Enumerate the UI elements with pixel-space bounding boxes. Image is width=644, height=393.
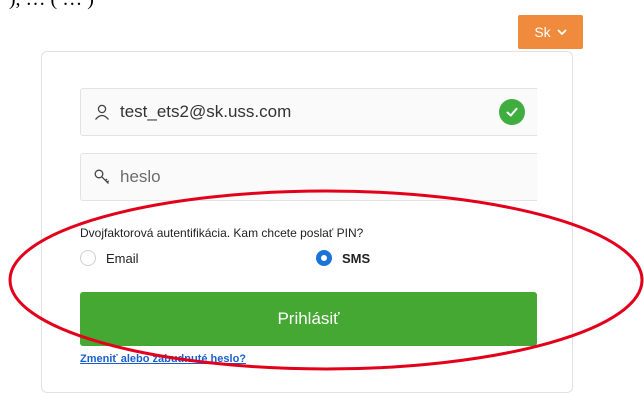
email-value: test_ets2@sk.uss.com <box>120 102 292 121</box>
radio-email-label: Email <box>106 250 139 266</box>
user-icon <box>94 104 110 120</box>
radio-email-unselected[interactable] <box>80 250 96 266</box>
password-field[interactable]: heslo <box>80 153 537 201</box>
radio-sms-label: SMS <box>342 250 371 266</box>
cropped-text-fragment: ”), … ( … ) <box>0 0 270 14</box>
language-label: Sk <box>534 24 551 40</box>
two-factor-question: Dvojfaktorová autentifikácia. Kam chcete… <box>80 226 364 240</box>
radio-option-sms[interactable]: SMS <box>316 250 370 266</box>
password-placeholder: heslo <box>120 167 161 186</box>
email-field[interactable]: test_ets2@sk.uss.com <box>80 88 537 136</box>
key-icon <box>94 169 110 184</box>
forgot-password-link[interactable]: Zmeniť alebo zabudnuté heslo? <box>80 353 246 365</box>
language-dropdown-button[interactable]: Sk <box>518 15 583 49</box>
radio-option-email[interactable]: Email <box>80 250 139 266</box>
login-submit-button[interactable]: Prihlásiť <box>80 292 537 346</box>
radio-sms-selected[interactable] <box>316 250 332 266</box>
chevron-down-icon <box>557 29 567 35</box>
check-circle-icon <box>499 99 525 125</box>
